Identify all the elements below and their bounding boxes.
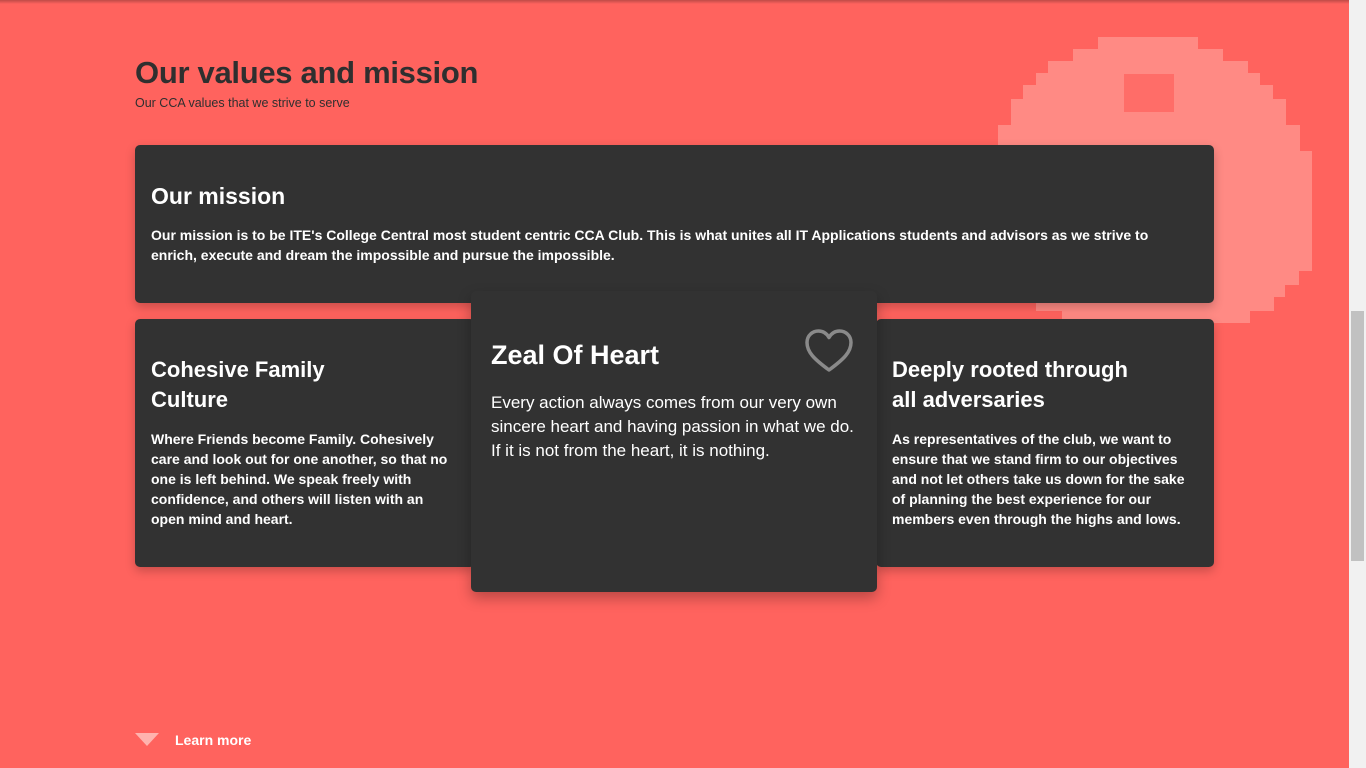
heart-outline-icon <box>805 329 853 372</box>
mission-title: Our mission <box>151 183 286 209</box>
mission-card: Our mission Our mission is to be ITE's C… <box>135 145 1214 303</box>
value-card-text: Every action always comes from our very … <box>491 393 854 460</box>
value-card-deeply-rooted: Deeply rooted through all adversaries As… <box>876 319 1214 567</box>
learn-more-label: Learn more <box>175 732 252 748</box>
value-card-text: As representatives of the club, we want … <box>892 431 1185 527</box>
title-line: Deeply rooted through <box>892 357 1128 382</box>
mission-text: Our mission is to be ITE's College Centr… <box>151 227 1149 263</box>
page-scrollbar[interactable] <box>1349 0 1366 768</box>
triangle-down-icon <box>135 733 159 746</box>
value-card-title: Zeal Of Heart <box>491 340 660 370</box>
title-line: Cohesive Family <box>151 357 325 382</box>
learn-more-link[interactable]: Learn more <box>135 730 251 750</box>
value-card-cohesive-family: Cohesive Family Culture Where Friends be… <box>135 319 475 567</box>
title-line: all adversaries <box>892 387 1045 412</box>
value-card-title: Deeply rooted through all adversaries <box>892 355 1198 415</box>
value-card-text: Where Friends become Family. Cohesively … <box>151 431 448 527</box>
page: Our values and mission Our CCA values th… <box>0 0 1349 768</box>
scrollbar-thumb[interactable] <box>1351 311 1364 561</box>
title-line: Culture <box>151 387 228 412</box>
section-title: Our values and mission <box>135 55 479 90</box>
value-card-title: Cohesive Family Culture <box>151 355 459 415</box>
header-shadow <box>0 0 1349 4</box>
section-subtitle: Our CCA values that we strive to serve <box>135 96 350 110</box>
value-card-zeal-of-heart: Zeal Of Heart Every action always comes … <box>471 291 877 592</box>
